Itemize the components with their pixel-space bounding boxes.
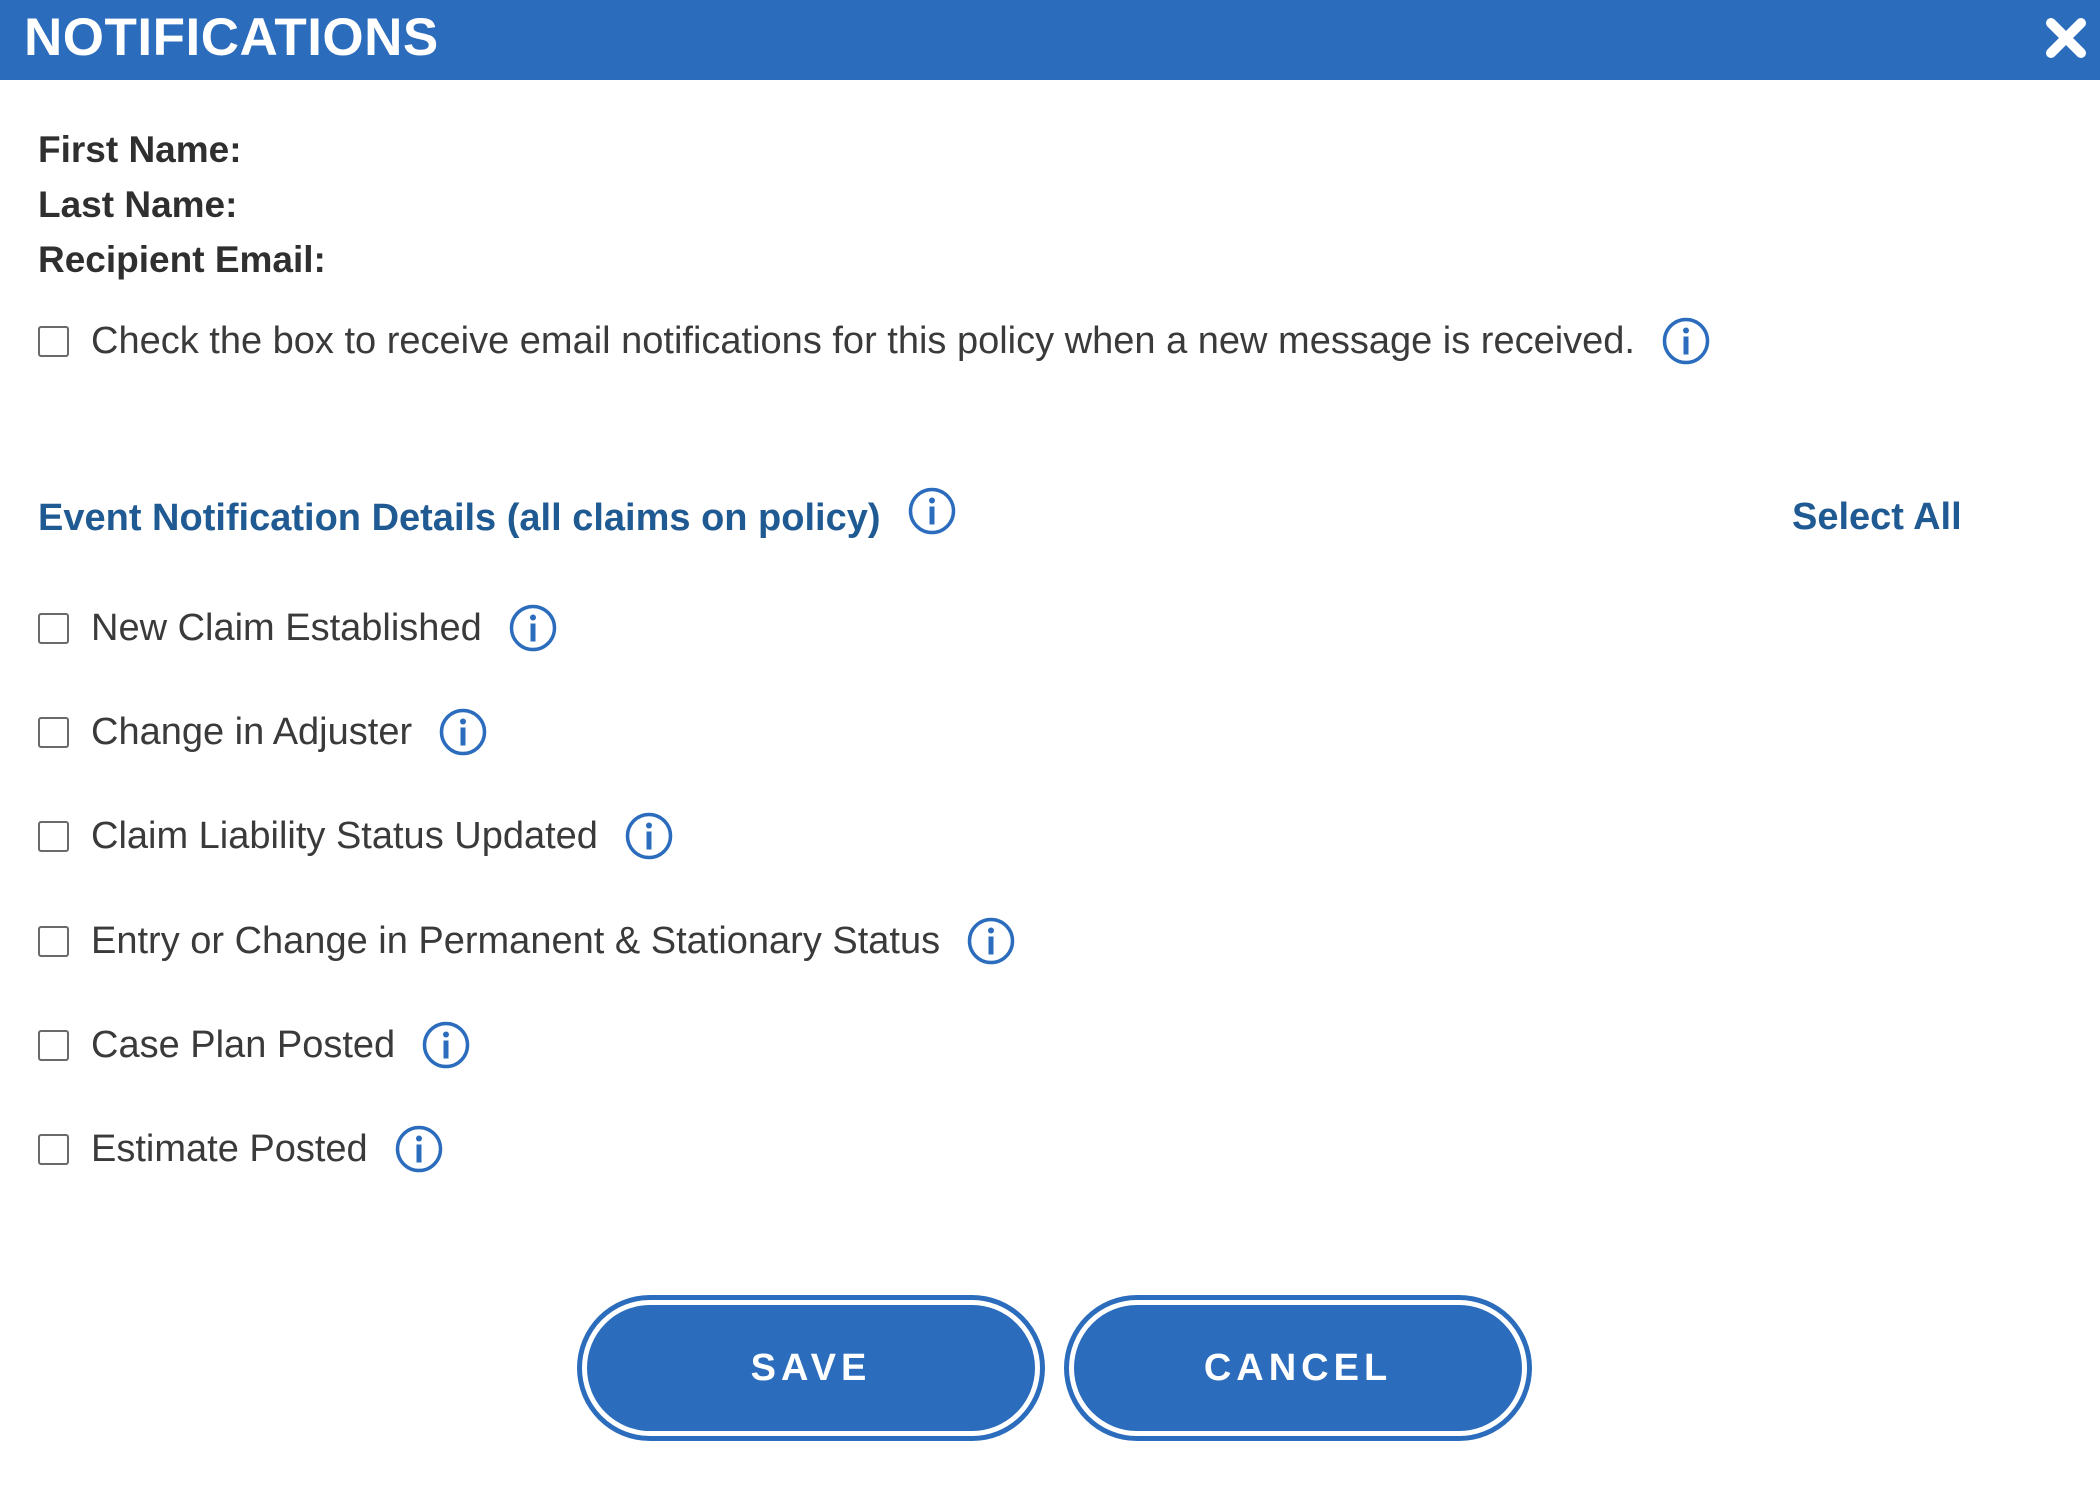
message-notification-row: Check the box to receive email notificat… (38, 316, 1711, 366)
case-plan-checkbox[interactable] (38, 1029, 69, 1061)
event-item-liability-status: Claim Liability Status Updated (38, 811, 674, 861)
select-all-link[interactable]: Select All (1792, 492, 1962, 542)
dialog-titlebar: NOTIFICATIONS (0, 0, 2100, 80)
cancel-button[interactable]: CANCEL (1069, 1300, 1527, 1436)
event-section-heading: Event Notification Details (all claims o… (38, 487, 957, 546)
permanent-stationary-label: Entry or Change in Permanent & Stationar… (91, 920, 941, 962)
info-icon[interactable] (508, 603, 558, 653)
permanent-stationary-checkbox[interactable] (38, 925, 69, 957)
case-plan-label: Case Plan Posted (91, 1024, 396, 1066)
first-name-label: First Name: (38, 129, 242, 170)
event-section-title: Event Notification Details (all claims o… (38, 497, 881, 539)
info-icon[interactable] (438, 707, 488, 757)
dialog-title: NOTIFICATIONS (24, 8, 439, 67)
change-adjuster-checkbox[interactable] (38, 716, 69, 748)
liability-status-checkbox[interactable] (38, 820, 69, 852)
event-item-new-claim: New Claim Established (38, 603, 558, 653)
last-name-label: Last Name: (38, 184, 238, 225)
change-adjuster-label: Change in Adjuster (91, 711, 413, 753)
event-item-estimate: Estimate Posted (38, 1124, 444, 1174)
liability-status-label: Claim Liability Status Updated (91, 815, 598, 857)
close-icon[interactable] (2042, 14, 2090, 62)
message-notification-checkbox[interactable] (38, 325, 69, 357)
estimate-checkbox[interactable] (38, 1133, 69, 1165)
new-claim-checkbox[interactable] (38, 612, 69, 644)
message-notification-label: Check the box to receive email notificat… (91, 320, 1635, 362)
new-claim-label: New Claim Established (91, 607, 482, 649)
info-icon[interactable] (1661, 316, 1711, 366)
event-item-permanent-stationary: Entry or Change in Permanent & Stationar… (38, 916, 1016, 966)
info-icon[interactable] (624, 811, 674, 861)
estimate-label: Estimate Posted (91, 1128, 368, 1170)
event-item-change-adjuster: Change in Adjuster (38, 707, 488, 757)
recipient-email-label: Recipient Email: (38, 239, 326, 280)
notifications-dialog: NOTIFICATIONS First Name: Last Name: Rec… (0, 0, 2100, 1500)
event-item-case-plan: Case Plan Posted (38, 1020, 471, 1070)
info-icon[interactable] (966, 916, 1016, 966)
info-icon[interactable] (394, 1124, 444, 1174)
info-icon[interactable] (907, 486, 957, 536)
save-button[interactable]: SAVE (582, 1300, 1040, 1436)
info-icon[interactable] (421, 1020, 471, 1070)
